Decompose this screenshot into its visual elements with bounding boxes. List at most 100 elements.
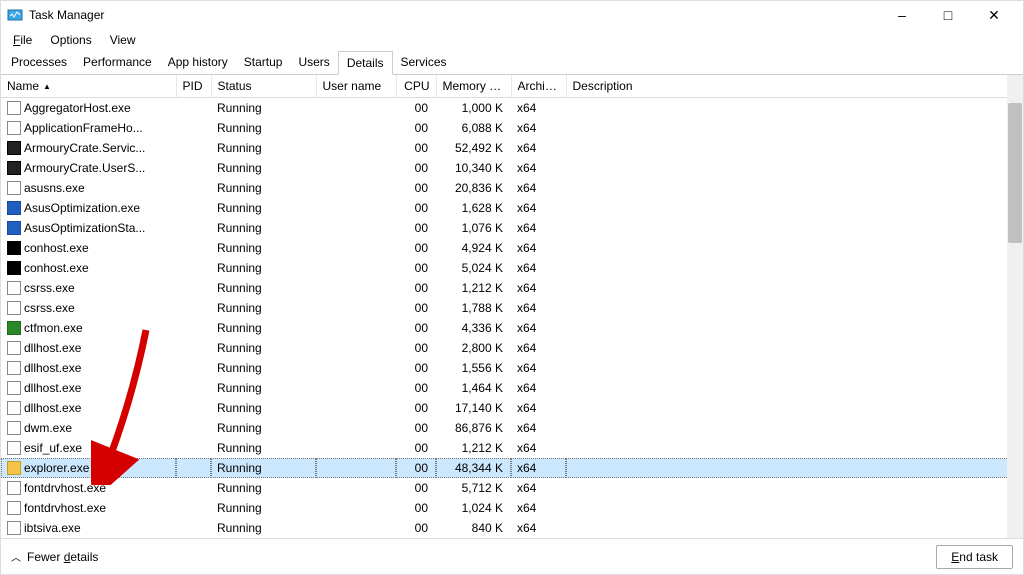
cell-arch: x64 — [511, 278, 566, 298]
tab-services[interactable]: Services — [393, 51, 455, 74]
maximize-button[interactable]: □ — [925, 1, 971, 29]
table-row[interactable]: dwm.exeRunning0086,876 Kx64 — [1, 418, 1023, 438]
col-header-name[interactable]: Name▲ — [1, 75, 176, 98]
titlebar[interactable]: Task Manager ‒ □ ✕ — [1, 1, 1023, 29]
cell-mem: 17,140 K — [436, 398, 511, 418]
cell-cpu: 00 — [396, 238, 436, 258]
cell-status: Running — [211, 418, 316, 438]
table-row[interactable]: AsusOptimizationSta...Running001,076 Kx6… — [1, 218, 1023, 238]
table-row[interactable]: dllhost.exeRunning001,556 Kx64 — [1, 358, 1023, 378]
cell-mem: 2,800 K — [436, 338, 511, 358]
table-row[interactable]: csrss.exeRunning001,212 Kx64 — [1, 278, 1023, 298]
col-header-arch[interactable]: Archite... — [511, 75, 566, 98]
table-row[interactable]: conhost.exeRunning004,924 Kx64 — [1, 238, 1023, 258]
cell-pid — [176, 518, 211, 538]
col-header-mem[interactable]: Memory (a... — [436, 75, 511, 98]
tab-details[interactable]: Details — [338, 51, 393, 75]
cell-name: dllhost.exe — [1, 358, 176, 378]
cell-arch: x64 — [511, 438, 566, 458]
table-row[interactable]: AggregatorHost.exeRunning001,000 Kx64 — [1, 98, 1023, 119]
menu-options[interactable]: Options — [42, 31, 99, 49]
table-row[interactable]: dllhost.exeRunning002,800 Kx64 — [1, 338, 1023, 358]
cell-user — [316, 438, 396, 458]
tab-users[interactable]: Users — [290, 51, 337, 74]
table-row[interactable]: ibtsiva.exeRunning00840 Kx64 — [1, 518, 1023, 538]
col-header-user[interactable]: User name — [316, 75, 396, 98]
tab-startup[interactable]: Startup — [236, 51, 291, 74]
cell-pid — [176, 158, 211, 178]
cell-name: fontdrvhost.exe — [1, 498, 176, 518]
table-row[interactable]: ArmouryCrate.UserS...Running0010,340 Kx6… — [1, 158, 1023, 178]
col-header-pid[interactable]: PID — [176, 75, 211, 98]
cell-mem: 5,024 K — [436, 258, 511, 278]
cell-mem: 1,212 K — [436, 438, 511, 458]
cell-pid — [176, 438, 211, 458]
table-row[interactable]: dllhost.exeRunning001,464 Kx64 — [1, 378, 1023, 398]
process-icon — [7, 281, 21, 295]
cell-arch: x64 — [511, 398, 566, 418]
menubar: File Options View — [1, 29, 1023, 51]
cell-desc — [566, 398, 1023, 418]
col-header-desc[interactable]: Description — [566, 75, 1023, 98]
cell-name: dllhost.exe — [1, 338, 176, 358]
cell-pid — [176, 478, 211, 498]
cell-desc — [566, 218, 1023, 238]
cell-mem: 1,556 K — [436, 358, 511, 378]
vertical-scrollbar[interactable] — [1007, 75, 1023, 538]
cell-user — [316, 338, 396, 358]
cell-arch: x64 — [511, 178, 566, 198]
table-row[interactable]: asusns.exeRunning0020,836 Kx64 — [1, 178, 1023, 198]
cell-name: csrss.exe — [1, 278, 176, 298]
table-row[interactable]: csrss.exeRunning001,788 Kx64 — [1, 298, 1023, 318]
scroll-thumb[interactable] — [1008, 103, 1022, 243]
table-row[interactable]: esif_uf.exeRunning001,212 Kx64 — [1, 438, 1023, 458]
cell-mem: 6,088 K — [436, 118, 511, 138]
tab-processes[interactable]: Processes — [3, 51, 75, 74]
cell-mem: 1,212 K — [436, 278, 511, 298]
process-icon — [7, 141, 21, 155]
cell-desc — [566, 418, 1023, 438]
table-row[interactable]: explorer.exeRunning0048,344 Kx64 — [1, 458, 1023, 478]
tab-app-history[interactable]: App history — [160, 51, 236, 74]
cell-status: Running — [211, 318, 316, 338]
table-row[interactable]: dllhost.exeRunning0017,140 Kx64 — [1, 398, 1023, 418]
cell-mem: 48,344 K — [436, 458, 511, 478]
table-row[interactable]: fontdrvhost.exeRunning001,024 Kx64 — [1, 498, 1023, 518]
cell-arch: x64 — [511, 378, 566, 398]
process-icon — [7, 501, 21, 515]
fewer-details-toggle[interactable]: ︿ Fewer details — [11, 549, 98, 564]
cell-desc — [566, 498, 1023, 518]
table-row[interactable]: ArmouryCrate.Servic...Running0052,492 Kx… — [1, 138, 1023, 158]
cell-name: ibtsiva.exe — [1, 518, 176, 538]
cell-user — [316, 478, 396, 498]
end-task-button[interactable]: End task — [936, 545, 1013, 569]
minimize-button[interactable]: ‒ — [879, 1, 925, 29]
cell-pid — [176, 118, 211, 138]
close-button[interactable]: ✕ — [971, 1, 1017, 29]
table-row[interactable]: AsusOptimization.exeRunning001,628 Kx64 — [1, 198, 1023, 218]
cell-status: Running — [211, 178, 316, 198]
tab-performance[interactable]: Performance — [75, 51, 160, 74]
cell-cpu: 00 — [396, 518, 436, 538]
process-icon — [7, 341, 21, 355]
menu-file[interactable]: File — [5, 31, 40, 49]
table-row[interactable]: conhost.exeRunning005,024 Kx64 — [1, 258, 1023, 278]
cell-user — [316, 98, 396, 119]
cell-desc — [566, 458, 1023, 478]
cell-mem: 1,464 K — [436, 378, 511, 398]
table-row[interactable]: ctfmon.exeRunning004,336 Kx64 — [1, 318, 1023, 338]
process-icon — [7, 181, 21, 195]
cell-status: Running — [211, 398, 316, 418]
col-header-status[interactable]: Status — [211, 75, 316, 98]
table-row[interactable]: fontdrvhost.exeRunning005,712 Kx64 — [1, 478, 1023, 498]
menu-view[interactable]: View — [102, 31, 144, 49]
process-icon — [7, 521, 21, 535]
cell-arch: x64 — [511, 478, 566, 498]
process-icon — [7, 381, 21, 395]
table-row[interactable]: ApplicationFrameHo...Running006,088 Kx64 — [1, 118, 1023, 138]
cell-desc — [566, 378, 1023, 398]
col-header-cpu[interactable]: CPU — [396, 75, 436, 98]
cell-user — [316, 178, 396, 198]
process-table[interactable]: Name▲ PID Status User name CPU Memory (a… — [1, 75, 1023, 538]
cell-desc — [566, 438, 1023, 458]
